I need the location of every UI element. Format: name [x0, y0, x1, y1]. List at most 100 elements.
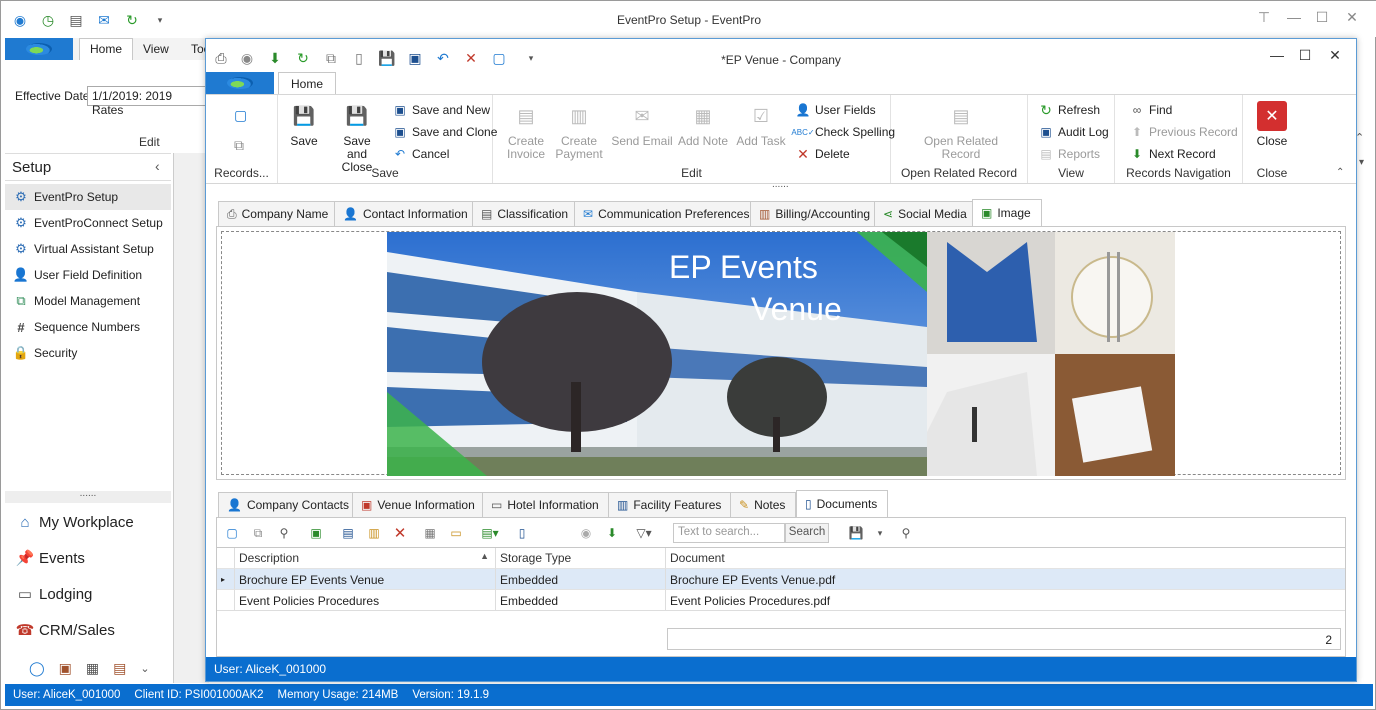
audit-log-button[interactable]: ▣ Audit Log	[1038, 123, 1108, 141]
column-header-storage-type[interactable]: Storage Type	[496, 548, 666, 568]
sidebar-item-sequence-numbers[interactable]: # Sequence Numbers	[5, 314, 171, 340]
collapse-sidebar-icon[interactable]: ‹	[155, 158, 160, 174]
filter-icon[interactable]: ▽▾	[635, 524, 653, 542]
reports-button[interactable]: ▤ Reports	[1038, 145, 1100, 163]
down-icon[interactable]: ⬇	[603, 524, 621, 542]
close-button[interactable]: ✕	[1320, 47, 1350, 67]
sidebar-item-eventpro-setup[interactable]: ⚙ EventPro Setup	[5, 184, 171, 210]
tab-social-media[interactable]: ⋖ Social Media	[874, 201, 978, 226]
delete-icon[interactable]: ✕	[391, 524, 409, 542]
sidebar-item-model-management[interactable]: ⧉ Model Management	[5, 288, 171, 314]
nav-lodging[interactable]: ▭ Lodging	[15, 580, 92, 608]
search-input[interactable]: Text to search...	[673, 523, 785, 543]
export-icon[interactable]: 💾	[847, 524, 865, 542]
tab-hotel-information[interactable]: ▭ Hotel Information	[482, 492, 610, 517]
chat-icon[interactable]: ◯	[29, 660, 45, 677]
image-frame[interactable]: EP Events Venue	[221, 231, 1341, 476]
table-cell[interactable]: Brochure EP Events Venue	[235, 568, 496, 589]
open-related-record-button[interactable]: ▤ Open Related Record	[921, 101, 1001, 161]
sidebar-item-virtual-assistant-setup[interactable]: ⚙ Virtual Assistant Setup	[5, 236, 171, 262]
create-invoice-button[interactable]: ▤ Create Invoice	[505, 101, 547, 161]
table-cell[interactable]: Brochure EP Events Venue.pdf	[666, 568, 1345, 589]
save-and-close-button[interactable]: 💾 Save and Close	[332, 101, 382, 174]
tab-company-name[interactable]: ⎙ Company Name	[218, 201, 340, 226]
save-and-clone-button[interactable]: ▣ Save and Clone	[392, 123, 497, 141]
minimize-button[interactable]: —	[1262, 47, 1292, 67]
clipboard-icon[interactable]: ▣	[59, 660, 72, 677]
tab-home[interactable]: Home	[79, 38, 134, 60]
sidebar-item-eventproconnect-setup[interactable]: ⚙ EventProConnect Setup	[5, 210, 171, 236]
previous-record-button[interactable]: ⬆ Previous Record	[1129, 123, 1238, 141]
sidebar-item-user-field-definition[interactable]: 👤 User Field Definition	[5, 262, 171, 288]
copy-record-icon[interactable]: ⧉	[234, 137, 244, 154]
collapse-ribbon-icon[interactable]: ⌃	[1336, 167, 1344, 178]
tab-image[interactable]: ▣ Image	[972, 199, 1042, 226]
save-button[interactable]: 💾 Save	[284, 101, 324, 148]
import-icon[interactable]: ▦	[421, 524, 439, 542]
copy-icon[interactable]: ⧉	[249, 524, 267, 542]
columns-icon[interactable]: ▤▾	[481, 524, 499, 542]
tab-billing-accounting[interactable]: ▥ Billing/Accounting	[750, 201, 882, 226]
tab-venue-information[interactable]: ▣ Venue Information	[352, 492, 486, 517]
tab-notes[interactable]: ✎ Notes	[730, 492, 797, 517]
next-record-button[interactable]: ⬇ Next Record	[1129, 145, 1216, 163]
tab-contact-information[interactable]: 👤 Contact Information	[334, 201, 479, 226]
dropdown-arrow-icon[interactable]: ▾	[1359, 157, 1364, 168]
send-email-button[interactable]: ✉ Send Email	[611, 101, 673, 148]
nav-events[interactable]: 📌 Events	[15, 544, 85, 572]
tab-home[interactable]: Home	[278, 72, 337, 95]
tab-company-contacts[interactable]: 👤 Company Contacts	[218, 492, 360, 517]
new-document-icon[interactable]: ▢	[223, 524, 241, 542]
close-button[interactable]: ✕	[1337, 9, 1367, 29]
tab-view[interactable]: View	[143, 42, 169, 56]
sidebar-splitter[interactable]: ......	[5, 489, 171, 503]
inner-app-menu-button[interactable]	[206, 72, 274, 94]
nav-crm-sales[interactable]: ☎ CRM/Sales	[15, 616, 115, 644]
table-cell[interactable]: Event Policies Procedures	[235, 589, 496, 610]
minimize-button[interactable]: —	[1279, 9, 1309, 29]
records-group-label[interactable]: Records...	[206, 166, 277, 180]
sidebar-item-security[interactable]: 🔒 Security	[5, 340, 171, 366]
create-payment-button[interactable]: ▥ Create Payment	[555, 101, 603, 161]
close-record-button[interactable]: ✕ Close	[1251, 101, 1293, 148]
tab-communication-preferences[interactable]: ✉ Communication Preferences	[574, 201, 761, 226]
outer-app-menu-button[interactable]	[5, 38, 73, 60]
add-note-button[interactable]: ▦ Add Note	[677, 101, 729, 148]
save-document-icon[interactable]: ▣	[307, 524, 325, 542]
scan-icon[interactable]: ▤	[339, 524, 357, 542]
maximize-button[interactable]: ☐	[1290, 47, 1320, 67]
nav-my-workplace[interactable]: ⌂ My Workplace	[15, 508, 133, 536]
check-spelling-button[interactable]: ABC✓ Check Spelling	[791, 123, 895, 141]
tab-documents[interactable]: ▯ Documents	[796, 490, 889, 517]
table-cell[interactable]: Event Policies Procedures.pdf	[666, 589, 1345, 610]
attach-icon[interactable]: ⚲	[275, 524, 293, 542]
refresh-button[interactable]: ↻ Refresh	[1038, 101, 1100, 119]
new-record-icon[interactable]: ▢	[234, 107, 247, 124]
user-fields-button[interactable]: 👤 User Fields	[795, 101, 876, 119]
column-header-document[interactable]: Document	[666, 548, 1345, 568]
open-folder-icon[interactable]: ▭	[447, 524, 465, 542]
calculator-icon[interactable]: ▦	[86, 660, 99, 677]
up-icon[interactable]: ◉	[577, 524, 595, 542]
restore-ribbon-icon[interactable]: ⊤	[1249, 9, 1279, 29]
search-document-icon[interactable]: ⚲	[897, 524, 915, 542]
delete-button[interactable]: ✕ Delete	[795, 145, 850, 163]
effective-date-field[interactable]: 1/1/2019: 2019 Rates	[87, 86, 207, 117]
more-chevron-down-icon[interactable]: ⌄	[140, 662, 149, 675]
add-task-button[interactable]: ☑ Add Task	[735, 101, 787, 148]
ribbon-splitter[interactable]: ......	[772, 180, 789, 190]
paste-icon[interactable]: ▥	[365, 524, 383, 542]
save-and-new-button[interactable]: ▣ Save and New	[392, 101, 490, 119]
tab-facility-features[interactable]: ▥ Facility Features	[608, 492, 733, 517]
maximize-button[interactable]: ☐	[1307, 9, 1337, 29]
table-cell[interactable]: Embedded	[496, 589, 666, 610]
report-icon[interactable]: ▤	[113, 660, 126, 677]
search-button[interactable]: Search	[785, 523, 829, 543]
cancel-button[interactable]: ↶ Cancel	[392, 145, 449, 163]
info-icon[interactable]: ▯	[513, 524, 531, 542]
column-header-description[interactable]: Description ▲	[235, 548, 496, 568]
export-dropdown-icon[interactable]: ▾	[871, 524, 889, 542]
table-cell[interactable]: Embedded	[496, 568, 666, 589]
tab-classification[interactable]: ▤ Classification	[472, 201, 580, 226]
find-button[interactable]: ∞ Find	[1129, 101, 1173, 119]
